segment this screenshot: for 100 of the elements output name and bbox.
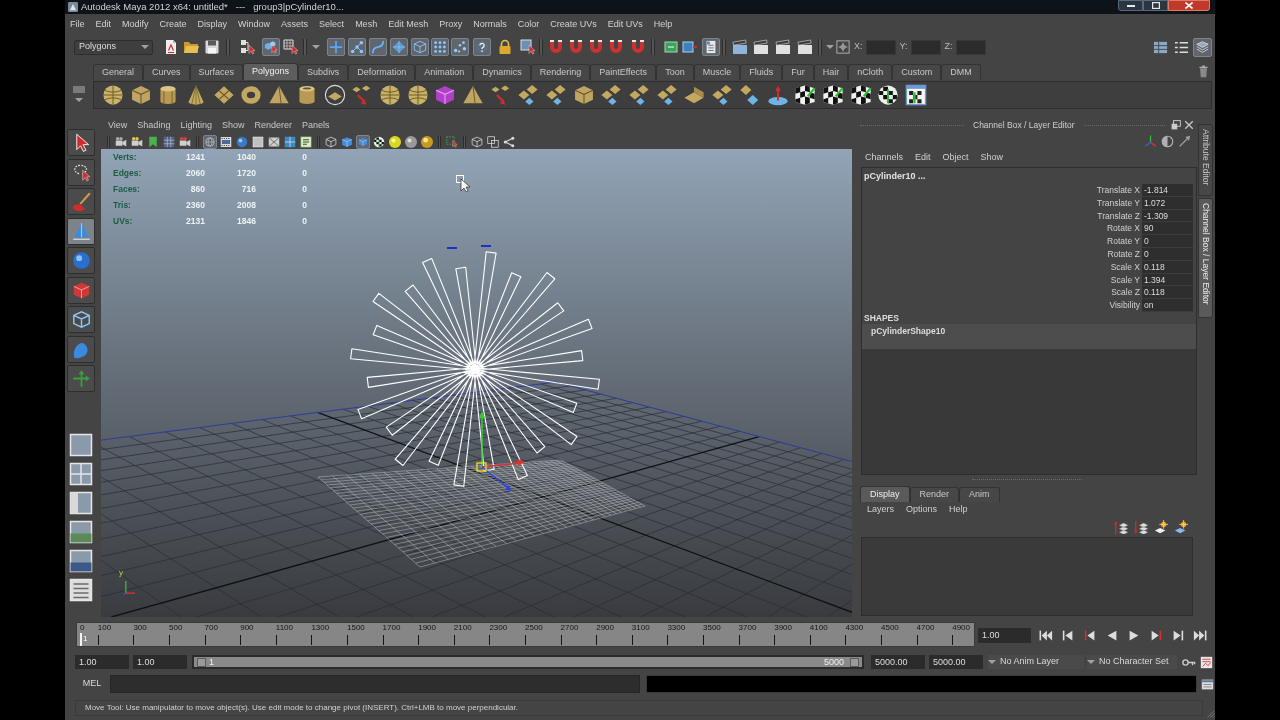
- panel-menu-item[interactable]: Lighting: [180, 119, 212, 133]
- menu-item[interactable]: Color: [517, 18, 540, 32]
- crossed-box-icon[interactable]: [267, 134, 281, 149]
- pane-layout-icon[interactable]: [69, 432, 93, 457]
- close-icon[interactable]: [1184, 120, 1194, 130]
- curve-icon[interactable]: [369, 38, 387, 56]
- pane-layout-icon[interactable]: [69, 548, 93, 573]
- playback-end-field[interactable]: 5000.00: [871, 655, 925, 669]
- overlapping-squares-icon[interactable]: [486, 134, 500, 149]
- film-strip-icon[interactable]: [219, 134, 233, 149]
- grid-arrow-icon[interactable]: [282, 38, 300, 56]
- pane-layout-icon[interactable]: [69, 519, 93, 544]
- pyramid-icon[interactable]: [268, 84, 291, 106]
- panel-menu-item[interactable]: Object: [942, 151, 969, 165]
- magnet-icon[interactable]: [629, 38, 647, 56]
- trash-icon[interactable]: [1198, 65, 1209, 78]
- coordinate-field[interactable]: [910, 39, 941, 55]
- play-icon[interactable]: [1127, 629, 1141, 642]
- pyramid-icon[interactable]: [461, 84, 484, 106]
- key-icon[interactable]: [1182, 658, 1196, 666]
- checker-card-icon[interactable]: [904, 84, 927, 106]
- camera-icon[interactable]: [130, 134, 144, 149]
- clapperboard-icon[interactable]: [774, 38, 792, 56]
- resize-grip-icon[interactable]: [1206, 709, 1215, 718]
- checker-sphere-icon[interactable]: [877, 84, 900, 106]
- panel-menu-item[interactable]: View: [108, 119, 128, 133]
- sphere-icon[interactable]: [420, 134, 434, 149]
- help-icon[interactable]: [473, 38, 491, 56]
- shelf-tab[interactable]: General: [93, 64, 144, 80]
- disc-arrow-icon[interactable]: [766, 84, 789, 106]
- panel-menu-item[interactable]: Help: [949, 503, 968, 517]
- shelf-tab[interactable]: Animation: [415, 64, 474, 80]
- torus-icon[interactable]: [240, 84, 263, 106]
- tool-button[interactable]: [67, 247, 95, 274]
- shelf-tab[interactable]: Curves: [143, 64, 190, 80]
- coordinate-field[interactable]: [955, 39, 986, 55]
- playback-start-field[interactable]: 1.00: [133, 655, 187, 669]
- tool-button[interactable]: [67, 335, 95, 363]
- wire-cube-icon[interactable]: [411, 38, 429, 56]
- shape-name[interactable]: pCylinderShape10: [862, 323, 1196, 349]
- box-arrow-icon[interactable]: [519, 38, 537, 56]
- camera-icon[interactable]: [114, 134, 128, 149]
- menu-item[interactable]: Create UVs: [550, 18, 597, 32]
- magnet-icon[interactable]: [607, 38, 625, 56]
- menu-item[interactable]: Help: [653, 18, 673, 32]
- tool-button[interactable]: [67, 129, 95, 156]
- language-button[interactable]: MEL: [77, 675, 107, 693]
- range-handle[interactable]: [850, 657, 859, 667]
- step-back-frame-icon[interactable]: [1083, 629, 1097, 642]
- side-tab[interactable]: Attribute Editor: [1198, 124, 1213, 196]
- menu-item[interactable]: Edit UVs: [607, 18, 643, 32]
- shelf-tab[interactable]: Fluids: [740, 64, 783, 80]
- anim-layer-dropdown[interactable]: No Anim Layer: [988, 655, 1084, 669]
- menu-item[interactable]: File: [70, 18, 85, 32]
- caret-icon[interactable]: [75, 98, 83, 102]
- shelf-tab[interactable]: Hair: [813, 64, 849, 80]
- tool-button[interactable]: [67, 306, 95, 333]
- menu-item[interactable]: Normals: [473, 18, 507, 32]
- panel-menu-item[interactable]: Show: [980, 151, 1004, 165]
- window-icon[interactable]: [1201, 677, 1214, 691]
- magnet-icon[interactable]: [587, 38, 605, 56]
- tiles-icon[interactable]: [738, 84, 761, 106]
- channel-value-field[interactable]: 0: [1142, 235, 1193, 248]
- tiles-icon[interactable]: [628, 84, 651, 106]
- command-field[interactable]: [110, 675, 640, 693]
- branch-icon[interactable]: [502, 134, 516, 149]
- glowing-sphere-icon[interactable]: [388, 134, 402, 149]
- tool-button[interactable]: [67, 365, 95, 392]
- channel-value-field[interactable]: on: [1142, 299, 1193, 312]
- dot-grid-icon[interactable]: [431, 38, 449, 56]
- clapperboard-icon[interactable]: [796, 38, 814, 56]
- menu-item[interactable]: Window: [238, 18, 271, 32]
- sphere-icon[interactable]: [404, 134, 418, 149]
- close-button[interactable]: [1168, 0, 1210, 11]
- character-set-dropdown[interactable]: No Character Set: [1087, 655, 1177, 669]
- pane-layout-icon[interactable]: [69, 461, 93, 486]
- maximize-button[interactable]: [1143, 0, 1168, 11]
- float-window-icon[interactable]: [1171, 120, 1181, 130]
- tiles-icon[interactable]: [600, 84, 623, 106]
- panel-menu-item[interactable]: Show: [221, 119, 245, 133]
- menu-item[interactable]: Display: [197, 18, 228, 32]
- magnet-icon[interactable]: [547, 38, 565, 56]
- pane-layout-icon[interactable]: [69, 490, 93, 515]
- shelf-tab[interactable]: Muscle: [693, 64, 741, 80]
- tiled-square-icon[interactable]: [283, 134, 297, 149]
- magnet-icon[interactable]: [567, 38, 585, 56]
- panel-menu-item[interactable]: Channels: [865, 151, 904, 165]
- cube-icon[interactable]: [129, 84, 152, 106]
- menu-item[interactable]: Assets: [281, 18, 309, 32]
- side-tab[interactable]: Channel Box / Layer Editor: [1198, 198, 1213, 318]
- go-to-start-icon[interactable]: [1039, 629, 1053, 642]
- step-back-icon[interactable]: [1061, 629, 1075, 642]
- panel-menu-item[interactable]: Renderer: [254, 119, 292, 133]
- clapperboard-icon[interactable]: [752, 38, 770, 56]
- scattered-dots-icon[interactable]: [451, 38, 469, 56]
- shelf-tab[interactable]: nCloth: [848, 64, 893, 80]
- checker-icon[interactable]: [821, 84, 844, 106]
- cube-icon[interactable]: [434, 84, 457, 106]
- chart-card-icon[interactable]: [1200, 655, 1213, 669]
- tool-button[interactable]: [67, 217, 95, 245]
